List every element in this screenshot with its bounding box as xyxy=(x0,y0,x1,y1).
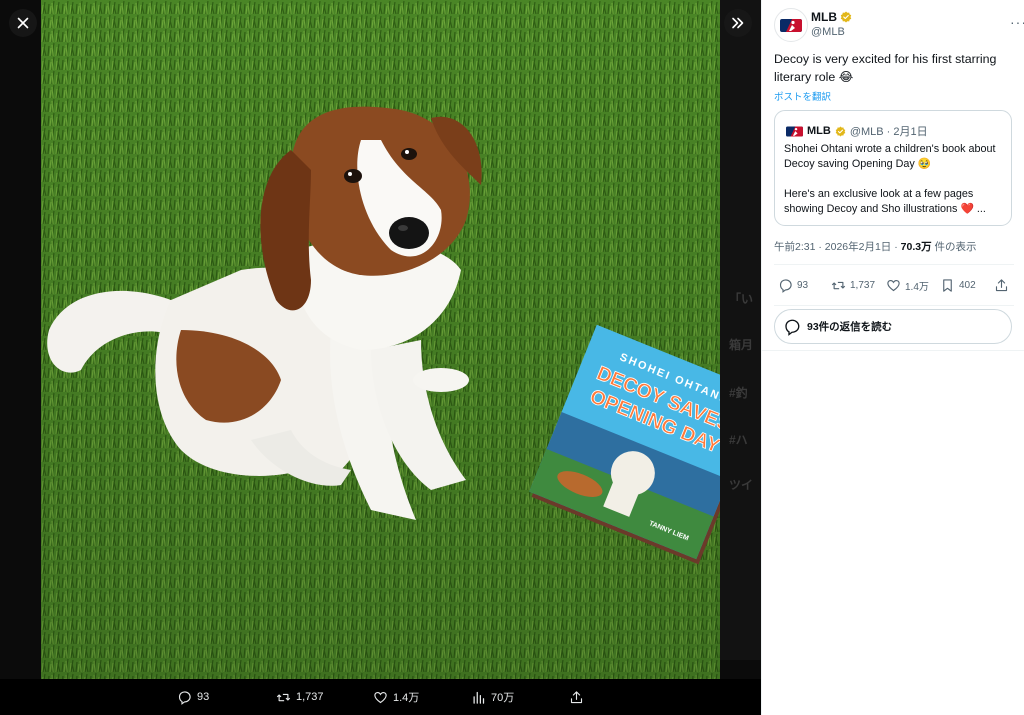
tweet-timestamp-views: 午前2:31 · 2026年2月1日 · 70.3万 件の表示 xyxy=(774,239,977,254)
divider xyxy=(774,305,1014,306)
tweet-detail-panel: MLB @MLB ··· Decoy is very excited for h… xyxy=(761,0,1024,715)
viewer-views-button[interactable]: 70万 xyxy=(471,689,514,705)
avatar[interactable] xyxy=(774,8,808,42)
divider xyxy=(762,350,1024,351)
tweet-author: MLB @MLB ··· xyxy=(774,8,1024,42)
viewer-views-count: 70万 xyxy=(491,692,515,704)
quoted-tweet-text: Shohei Ohtani wrote a children's book ab… xyxy=(784,142,1006,217)
author-name: MLB xyxy=(811,10,837,24)
quoted-author-name: MLB xyxy=(807,125,831,137)
repost-icon xyxy=(276,693,291,701)
quoted-handle-date: @MLB · 2月1日 xyxy=(849,126,928,138)
viewer-share-button[interactable] xyxy=(569,689,584,705)
tweet-photo[interactable]: SHOHEI OHTANI DECOY SAVES OPENING DAY TA… xyxy=(41,0,720,679)
viewer-repost-count: 1,737 xyxy=(296,691,324,703)
reply-count: 93 xyxy=(797,280,809,291)
more-dots-icon: ··· xyxy=(1010,14,1024,30)
reply-icon xyxy=(779,279,792,293)
collapse-panel-button[interactable] xyxy=(724,9,752,37)
ghost-text: #ハ xyxy=(729,433,748,447)
media-viewer: SHOHEI OHTANI DECOY SAVES OPENING DAY TA… xyxy=(0,0,761,715)
author-handle: @MLB xyxy=(811,26,845,38)
share-icon xyxy=(995,279,1008,292)
views-count: 70.3万 xyxy=(900,241,932,253)
repost-button[interactable]: 1,737 xyxy=(831,278,875,293)
tweet-action-bar: 93 1,737 1.4万 402 xyxy=(774,266,1014,306)
mlb-logo-icon xyxy=(786,125,803,137)
like-count: 1.4万 xyxy=(905,282,929,293)
translate-post-link[interactable]: ポストを翻訳 xyxy=(774,89,831,103)
heart-icon xyxy=(374,691,387,703)
more-options-button[interactable]: ··· xyxy=(1010,14,1024,30)
quoted-text-paragraph-1: Shohei Ohtani wrote a children's book ab… xyxy=(784,143,996,170)
viewer-like-button[interactable]: 1.4万 xyxy=(373,689,419,705)
heart-icon xyxy=(887,279,900,292)
bookmark-icon xyxy=(943,279,952,292)
verified-badge-icon xyxy=(835,125,846,137)
read-replies-label: 93件の返信を読む xyxy=(807,321,893,333)
views-suffix: 件の表示 xyxy=(931,241,977,253)
double-chevron-right-icon xyxy=(732,17,744,29)
reply-button[interactable]: 93 xyxy=(778,278,808,293)
viewer-like-count: 1.4万 xyxy=(393,692,420,704)
mlb-logo-icon xyxy=(780,18,802,32)
quoted-tweet-header: MLB @MLB · 2月1日 xyxy=(786,123,928,139)
share-icon xyxy=(570,690,583,703)
repost-icon xyxy=(831,281,846,290)
photo-illustration: SHOHEI OHTANI DECOY SAVES OPENING DAY TA… xyxy=(41,0,720,679)
ghost-text: 箱月 xyxy=(729,338,754,352)
bookmark-count: 402 xyxy=(959,280,976,291)
quoted-text-paragraph-2: Here's an exclusive look at a few pages … xyxy=(784,188,986,215)
viewer-reply-count: 93 xyxy=(197,691,210,703)
ghost-text: #釣 xyxy=(729,386,748,400)
bookmark-button[interactable]: 402 xyxy=(940,278,976,293)
close-button[interactable] xyxy=(9,9,37,37)
media-action-bar: 93 1,737 1.4万 70万 xyxy=(0,679,761,715)
read-replies-button[interactable]: 93件の返信を読む xyxy=(774,309,1012,344)
tweet-text: Decoy is very excited for his first star… xyxy=(774,52,997,84)
author-name-link[interactable]: MLB xyxy=(811,10,852,24)
share-button[interactable] xyxy=(994,278,1009,293)
ghost-text: 「い xyxy=(729,292,754,306)
viewer-reply-button[interactable]: 93 xyxy=(177,689,209,705)
reply-icon xyxy=(178,690,191,705)
reply-icon xyxy=(785,319,800,336)
like-button[interactable]: 1.4万 xyxy=(886,278,929,293)
quoted-tweet[interactable]: MLB @MLB · 2月1日 Shohei Ohtani wrote a ch… xyxy=(774,110,1012,226)
close-icon xyxy=(17,17,29,29)
views-chart-icon xyxy=(473,691,485,704)
tweet-timestamp[interactable]: 午前2:31 · 2026年2月1日 · xyxy=(774,241,901,253)
divider xyxy=(774,264,1014,265)
viewer-repost-button[interactable]: 1,737 xyxy=(276,689,324,705)
repost-count: 1,737 xyxy=(850,280,876,291)
ghost-text: ツイ xyxy=(729,478,754,492)
verified-badge-icon xyxy=(840,11,852,23)
background-timeline-dimmed xyxy=(720,0,761,660)
